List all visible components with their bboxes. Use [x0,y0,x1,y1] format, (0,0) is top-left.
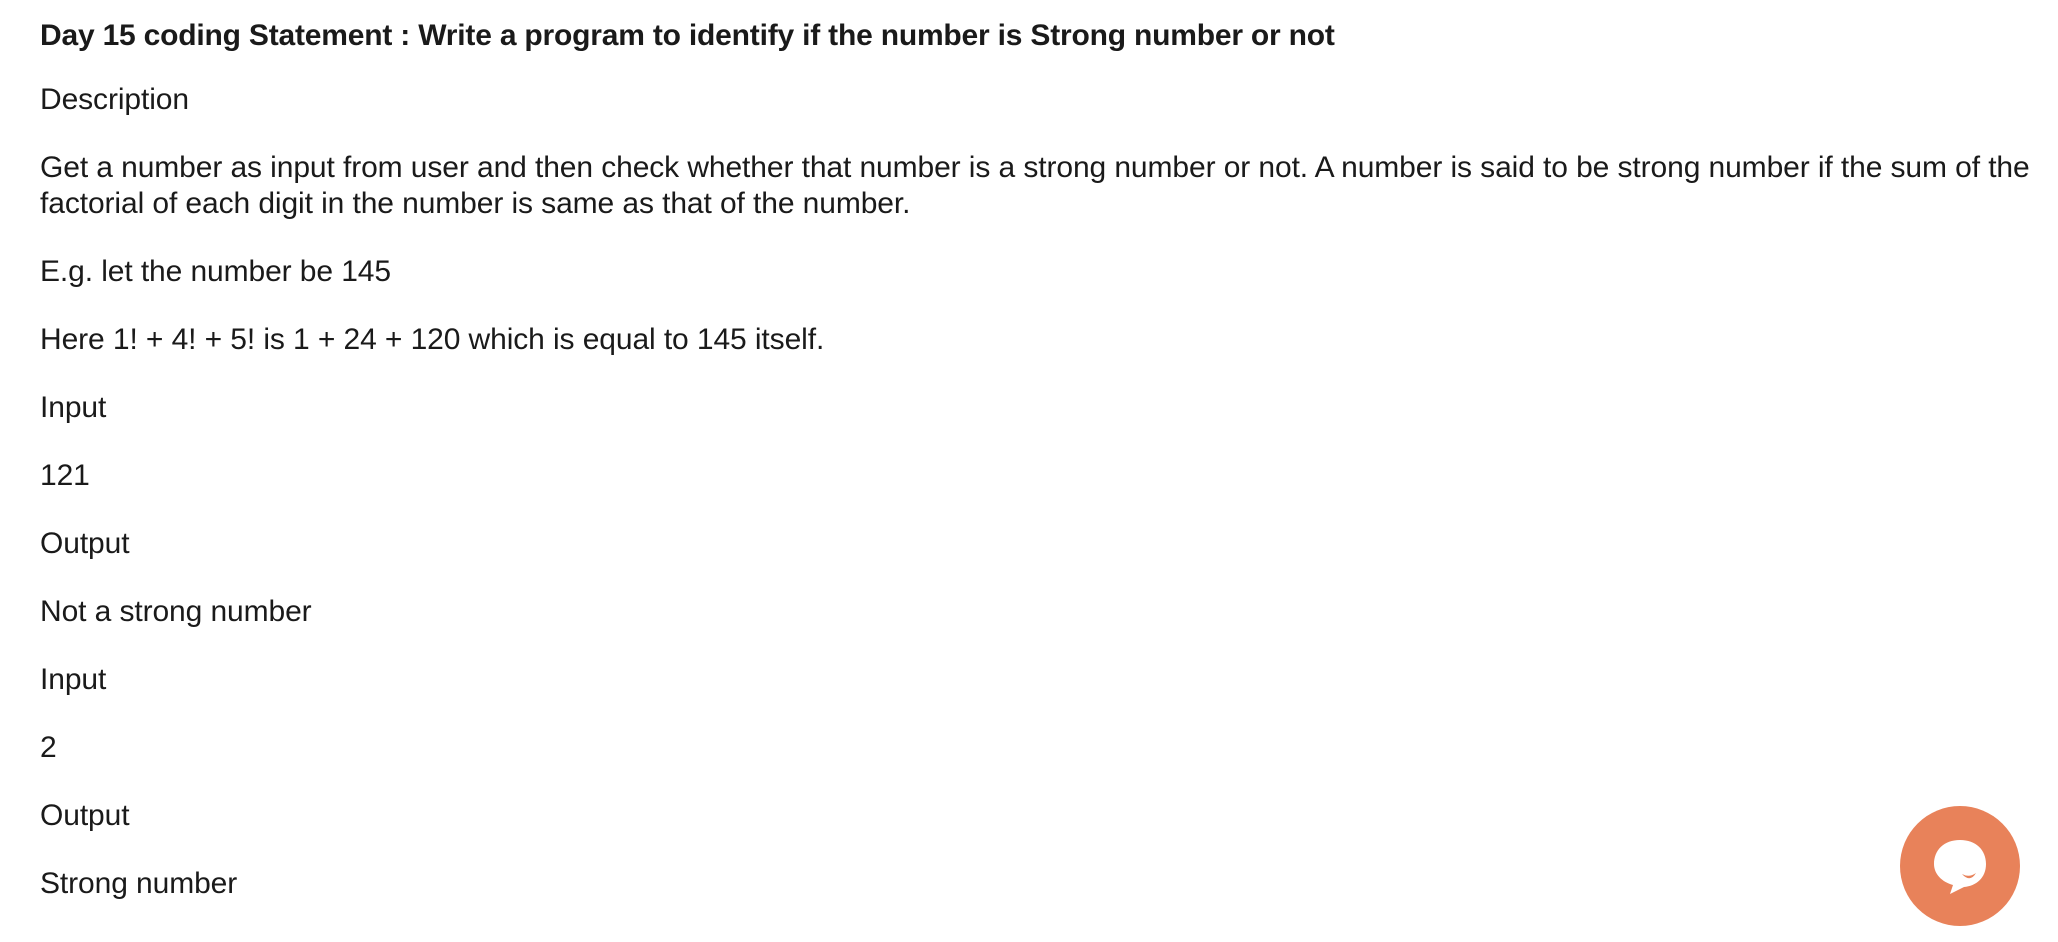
input-label-1: Input [40,391,107,424]
problem-statement: Day 15 coding Statement : Write a progra… [40,14,2050,934]
input-value-1: 121 [40,459,90,492]
description-text: Get a number as input from user and then… [40,151,2030,220]
chat-widget-button[interactable] [1900,806,2020,926]
input-label-2: Input [40,663,107,696]
chat-bubble-icon [1934,840,1986,894]
output-value-1: Not a strong number [40,595,312,628]
example-explanation: Here 1! + 4! + 5! is 1 + 24 + 120 which … [40,323,825,356]
output-value-2: Strong number [40,867,238,900]
page-title: Day 15 coding Statement : Write a progra… [40,19,1335,52]
output-label-1: Output [40,527,130,560]
input-value-2: 2 [40,731,57,764]
description-heading: Description [40,83,189,116]
output-label-2: Output [40,799,130,832]
example-intro: E.g. let the number be 145 [40,255,391,288]
